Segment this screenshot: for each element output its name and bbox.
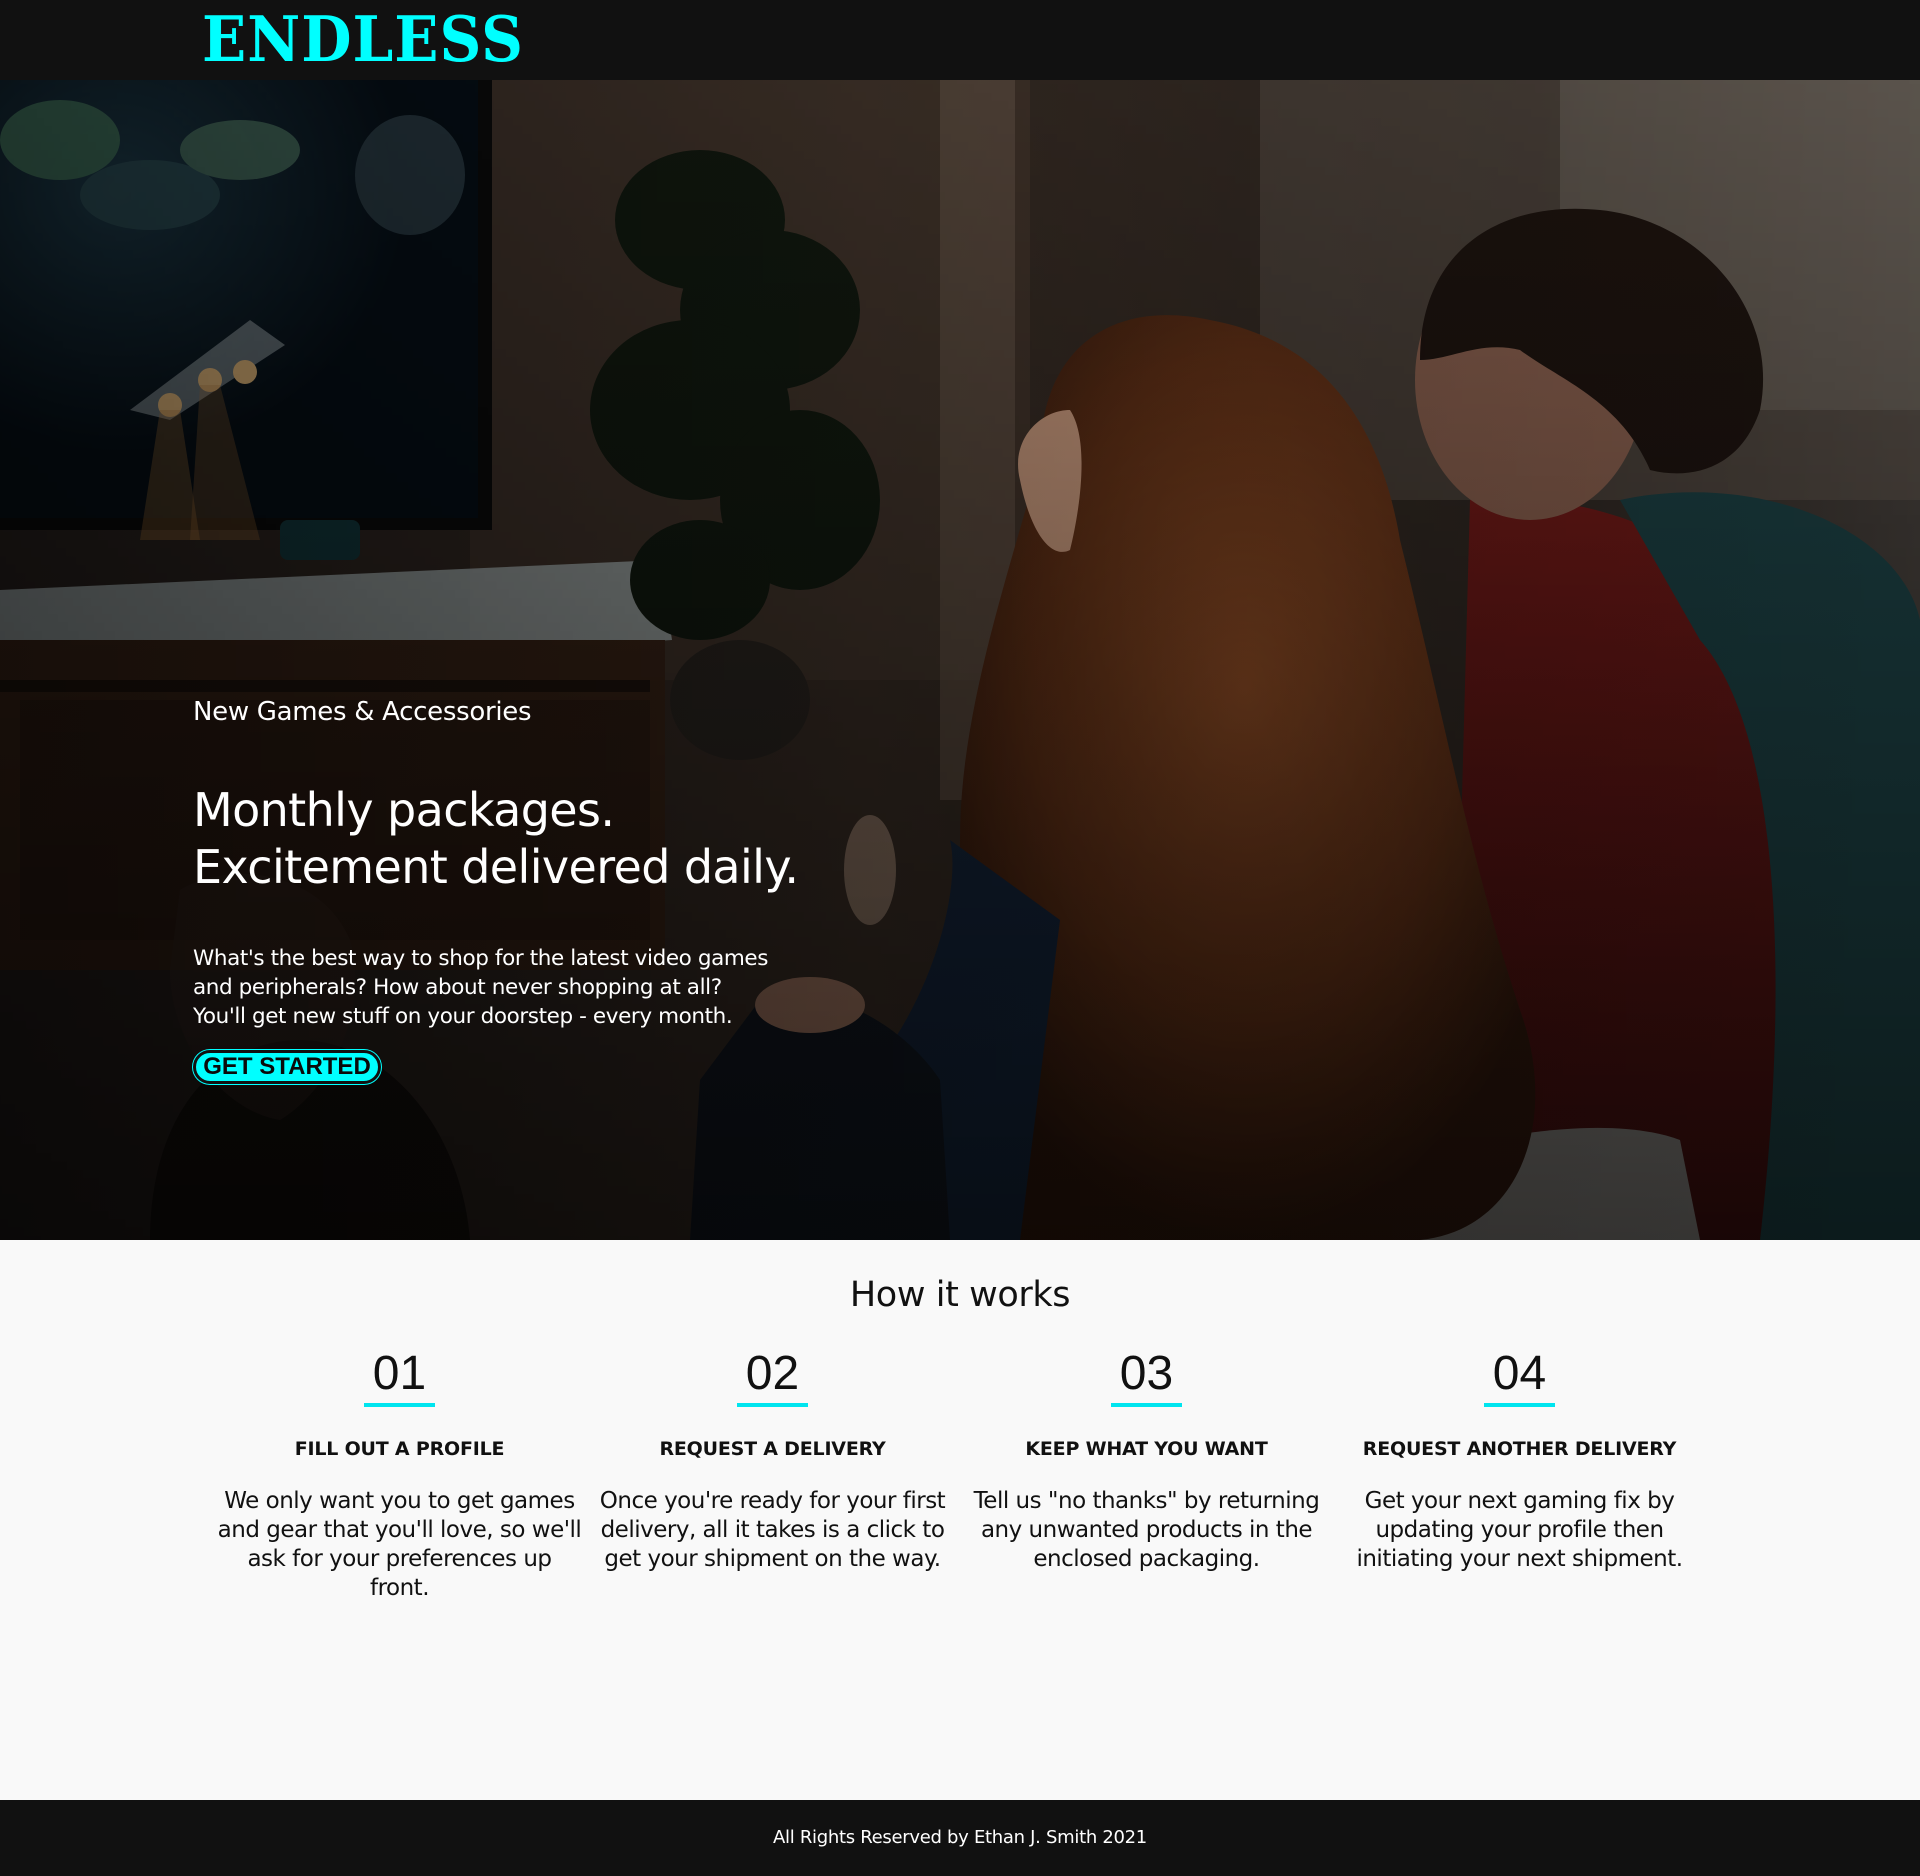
hero-intro-line-1: What's the best way to shop for the late… — [193, 946, 769, 971]
hero-headline: Monthly packages. Excitement delivered d… — [193, 782, 813, 896]
site-logo[interactable]: ENDLESS — [202, 4, 524, 75]
step-description: Once you're ready for your first deliver… — [599, 1488, 946, 1572]
step-number: 04 — [1483, 1345, 1556, 1407]
hero-intro-line-3: You'll get new stuff on your doorstep - … — [193, 1004, 733, 1029]
footer-copyright: All Rights Reserved by Ethan J. Smith 20… — [773, 1827, 1147, 1848]
hero-intro: What's the best way to shop for the late… — [193, 944, 813, 1031]
step-number: 02 — [736, 1345, 809, 1407]
step-description: Tell us "no thanks" by returning any unw… — [973, 1488, 1320, 1572]
get-started-button[interactable]: GET STARTED — [193, 1050, 381, 1084]
step-04: 04 REQUEST ANOTHER DELIVERY Get your nex… — [1333, 1345, 1706, 1574]
hero-eyebrow: New Games & Accessories — [193, 697, 532, 727]
step-title: REQUEST A DELIVERY — [659, 1438, 886, 1460]
step-02: 02 REQUEST A DELIVERY Once you're ready … — [586, 1345, 959, 1574]
how-it-works-section: How it works 01 FILL OUT A PROFILE We on… — [0, 1240, 1920, 1800]
site-header: ENDLESS — [0, 0, 1920, 80]
hero-section: New Games & Accessories Monthly packages… — [0, 80, 1920, 1240]
hero-text-block: New Games & Accessories Monthly packages… — [193, 692, 813, 1031]
steps-list: 01 FILL OUT A PROFILE We only want you t… — [213, 1345, 1707, 1605]
step-description: We only want you to get games and gear t… — [217, 1488, 582, 1601]
step-number: 03 — [1110, 1345, 1183, 1407]
step-title: FILL OUT A PROFILE — [294, 1438, 505, 1460]
step-01: 01 FILL OUT A PROFILE We only want you t… — [213, 1345, 586, 1603]
hero-headline-line-2: Excitement delivered daily. — [193, 840, 799, 894]
step-description: Get your next gaming fix by updating you… — [1356, 1488, 1683, 1572]
hero-headline-line-1: Monthly packages. — [193, 783, 615, 837]
step-number: 01 — [363, 1345, 436, 1407]
hero-intro-line-2: and peripherals? How about never shoppin… — [193, 975, 722, 1000]
step-03: 03 KEEP WHAT YOU WANT Tell us "no thanks… — [960, 1345, 1333, 1574]
step-title: KEEP WHAT YOU WANT — [1025, 1438, 1268, 1460]
how-it-works-title: How it works — [849, 1275, 1071, 1315]
step-title: REQUEST ANOTHER DELIVERY — [1362, 1438, 1677, 1460]
site-footer: All Rights Reserved by Ethan J. Smith 20… — [0, 1800, 1920, 1876]
